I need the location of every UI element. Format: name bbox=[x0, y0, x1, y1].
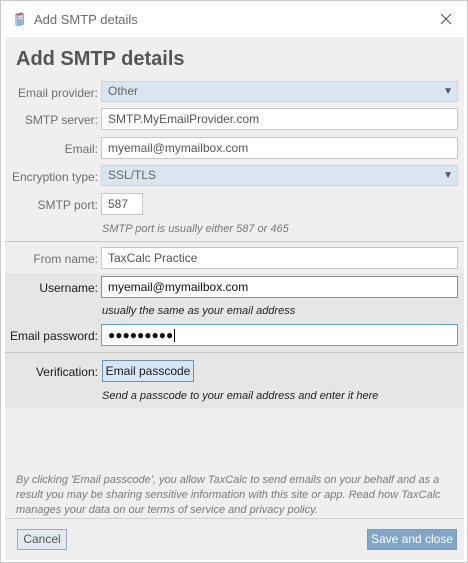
email-password-label: Email password: bbox=[9, 329, 98, 343]
encryption-type-select[interactable]: SSL/TLS ▼ bbox=[101, 165, 458, 186]
smtp-port-label: SMTP port: bbox=[37, 198, 98, 212]
page-title: Add SMTP details bbox=[16, 48, 185, 70]
from-name-row: From name: TaxCalc Practice bbox=[5, 247, 464, 269]
smtp-server-label: SMTP server: bbox=[24, 113, 98, 127]
divider bbox=[5, 352, 464, 353]
from-name-input[interactable]: TaxCalc Practice bbox=[101, 247, 458, 269]
username-row: Username: myemail@mymailbox.com bbox=[5, 276, 464, 298]
email-label: Email: bbox=[64, 142, 98, 156]
smtp-server-input[interactable]: SMTP.MyEmailProvider.com bbox=[101, 108, 458, 130]
save-and-close-button[interactable]: Save and close bbox=[367, 529, 457, 550]
window-title: Add SMTP details bbox=[34, 12, 138, 27]
cancel-button[interactable]: Cancel bbox=[17, 529, 67, 550]
dropdown-arrow-icon: ▼ bbox=[443, 86, 453, 97]
email-provider-row: Email provider: Other ▼ bbox=[5, 81, 464, 103]
email-password-row: Email password: ●●●●●●●●● bbox=[5, 324, 464, 346]
username-input[interactable]: myemail@mymailbox.com bbox=[101, 276, 458, 298]
encryption-type-value: SSL/TLS bbox=[108, 168, 157, 182]
smtp-port-hint: SMTP port is usually either 587 or 465 bbox=[102, 223, 289, 235]
email-password-input[interactable]: ●●●●●●●●● bbox=[101, 324, 458, 346]
email-row: Email: myemail@mymailbox.com bbox=[5, 137, 464, 159]
email-passcode-button[interactable]: Email passcode bbox=[102, 360, 194, 382]
dialog-content: Add SMTP details Email provider: Other ▼… bbox=[5, 37, 464, 560]
book-icon bbox=[13, 12, 26, 27]
disclaimer-text: By clicking 'Email passcode', you allow … bbox=[16, 474, 441, 516]
smtp-port-input[interactable]: 587 bbox=[101, 193, 143, 215]
dialog-window: Add SMTP details Add SMTP details Email … bbox=[0, 0, 468, 563]
from-name-label: From name: bbox=[33, 252, 98, 266]
username-label: Username: bbox=[39, 281, 98, 295]
text-caret bbox=[174, 329, 176, 343]
footer-divider bbox=[5, 518, 464, 519]
email-provider-value: Other bbox=[108, 84, 139, 98]
email-input[interactable]: myemail@mymailbox.com bbox=[101, 137, 458, 159]
title-bar: Add SMTP details bbox=[1, 1, 467, 37]
password-mask: ●●●●●●●●● bbox=[108, 328, 174, 342]
email-provider-select[interactable]: Other ▼ bbox=[101, 81, 458, 102]
encryption-type-label: Encryption type: bbox=[11, 170, 98, 184]
email-provider-label: Email provider: bbox=[17, 86, 98, 100]
verification-hint: Send a passcode to your email address an… bbox=[102, 390, 379, 402]
smtp-server-row: SMTP server: SMTP.MyEmailProvider.com bbox=[5, 108, 464, 130]
divider bbox=[5, 241, 464, 242]
dropdown-arrow-icon: ▼ bbox=[443, 170, 453, 181]
username-hint: usually the same as your email address bbox=[102, 305, 296, 317]
close-icon[interactable] bbox=[433, 7, 459, 31]
smtp-port-row: SMTP port: 587 bbox=[5, 193, 464, 215]
verification-label: Verification: bbox=[35, 365, 98, 379]
encryption-type-row: Encryption type: SSL/TLS ▼ bbox=[5, 165, 464, 187]
